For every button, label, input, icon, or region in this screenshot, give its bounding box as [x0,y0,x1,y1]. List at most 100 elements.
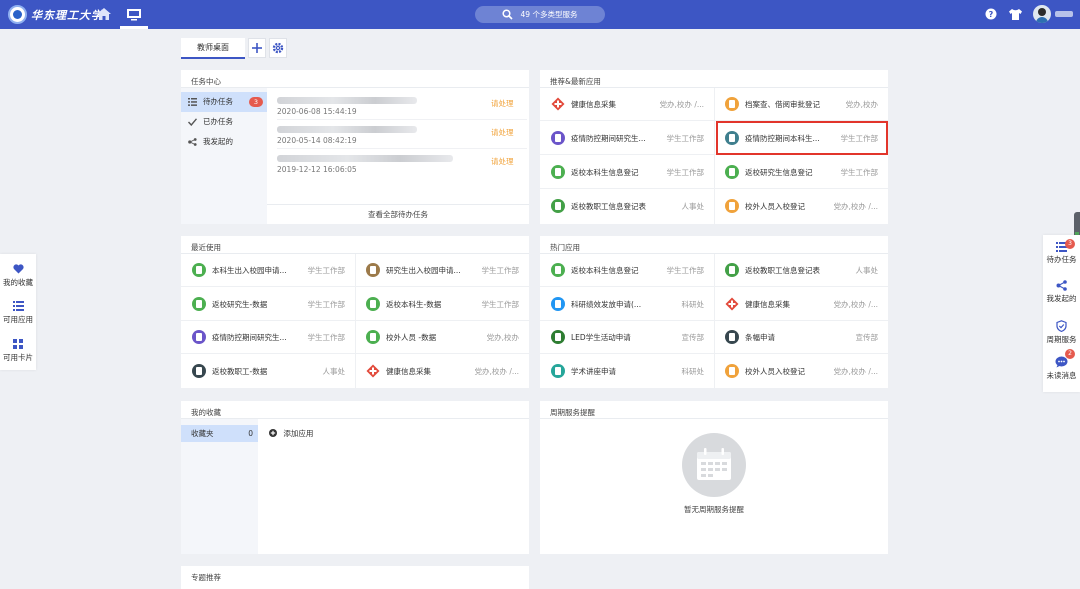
app-tile[interactable]: 校外人员入校登记 党办,校办 /... [714,355,888,388]
app-tile[interactable]: 疫情防控期间研究生... 学生工作部 [181,321,355,354]
float-label: 周期服务 [1046,335,1077,344]
todo-list-icon [188,98,197,106]
task-nav: 待办任务 3 已办任务 我发起的 [181,88,267,224]
app-tile[interactable]: 健康信息采集 党办,校办 /... [355,355,529,388]
app-name: 健康信息采集 [386,366,431,376]
float-label: 我的收藏 [3,278,33,287]
app-name: 健康信息采集 [745,299,790,309]
left-float-bar: 我的收藏 可用应用 可用卡片 [0,254,36,370]
app-tile[interactable]: 健康信息采集 党办,校办 /... [540,88,714,121]
app-department: 学生工作部 [666,266,705,275]
task-row[interactable]: 2020-06-08 15:44:19 请处理 [277,92,527,120]
archive-icon [725,97,739,111]
task-date: 2019-12-12 16:06:05 [277,165,357,174]
form-icon [551,296,565,311]
app-tile[interactable]: 返校研究生-数据 学生工作部 [181,288,355,321]
form-icon [366,263,380,277]
view-all-tasks-link[interactable]: 查看全部待办任务 [267,204,529,224]
service-search[interactable]: 49 个多类型服务 [475,6,605,23]
share-icon [188,138,197,146]
app-tile[interactable]: 本科生出入校园申请... 学生工作部 [181,254,355,287]
add-app-button[interactable]: 添加应用 [269,428,313,439]
app-tile[interactable]: 校外人员入校登记 党办,校办 /... [714,190,888,223]
app-tile[interactable]: 返校教职工信息登记表 人事处 [540,190,714,223]
task-status[interactable]: 请处理 [491,127,514,138]
app-tile[interactable]: 返校本科生信息登记 学生工作部 [540,156,714,189]
favorites-folder[interactable]: 收藏夹 0 [181,425,258,442]
form-icon [192,296,206,311]
panel-title: 任务中心 [191,77,221,86]
todo-badge: 3 [1065,239,1075,249]
app-tile[interactable]: 学术讲座申请 科研处 [540,355,714,388]
redacted-task-title [277,126,417,133]
app-department: 人事处 [322,366,346,376]
float-my-favorites[interactable]: 我的收藏 [0,264,36,288]
task-status[interactable]: 请处理 [491,156,514,167]
form-icon [551,363,565,378]
task-row[interactable]: 2019-12-12 16:06:05 请处理 [277,150,527,184]
app-tile[interactable]: 健康信息采集 党办,校办 /... [714,288,888,321]
app-tile[interactable]: 返校教职工-数据 人事处 [181,355,355,388]
float-available-apps[interactable]: 可用应用 [0,301,36,325]
person-icon [725,363,739,378]
app-name: 返校教职工-数据 [212,366,268,376]
app-tile[interactable]: 返校本科生-数据 学生工作部 [355,288,529,321]
float-todo-tasks[interactable]: 3 待办任务 [1043,239,1080,265]
check-icon [188,118,197,126]
float-available-cards[interactable]: 可用卡片 [0,339,36,363]
form-icon [551,131,565,145]
app-department: 宣传部 [855,333,879,342]
tab-settings-button[interactable] [269,38,287,58]
shield-icon [1056,320,1067,332]
app-tile[interactable]: 疫情防控期间研究生... 学生工作部 [540,122,714,155]
plus-icon [252,43,262,53]
app-department: 党办,校办 /... [833,366,878,376]
float-periodic-service[interactable]: 周期服务 [1043,320,1080,345]
app-tile[interactable]: 研究生出入校园申请... 学生工作部 [355,254,529,287]
desktop-tab[interactable] [120,0,148,29]
task-nav-label: 待办任务 [203,97,233,106]
search-text: 49 个多类型服务 [520,10,578,19]
task-nav-initiated[interactable]: 我发起的 [181,132,267,152]
add-tab-button[interactable] [248,38,266,58]
highlight-box [716,121,888,155]
user-avatar[interactable] [1033,5,1051,23]
task-nav-done[interactable]: 已办任务 [181,112,267,132]
home-icon[interactable] [96,7,112,21]
app-tile[interactable]: 返校本科生信息登记 学生工作部 [540,254,714,287]
app-department: 学生工作部 [307,299,346,309]
app-department: 学生工作部 [666,134,705,143]
todo-count-badge: 3 [249,97,263,107]
app-tile[interactable]: LED学生活动申请 宣传部 [540,321,714,354]
message-badge: 2 [1065,349,1075,359]
app-name: 疫情防控期间研究生... [212,333,287,342]
app-name: 校外人员入校登记 [745,202,805,211]
redacted-task-title [277,97,417,104]
plus-circle-icon [269,429,277,437]
school-logo[interactable] [8,5,27,24]
tab-teacher-desktop[interactable]: 教师桌面 [181,38,245,59]
app-tile[interactable]: 返校教职工信息登记表 人事处 [714,254,888,287]
skin-icon[interactable] [1008,8,1023,21]
app-tile[interactable]: 档案查、借阅审批登记 党办,校办 [714,88,888,121]
app-tile[interactable]: 返校研究生信息登记 学生工作部 [714,156,888,189]
float-initiated[interactable]: 我发起的 [1043,280,1080,304]
user-name-redacted[interactable] [1055,11,1073,17]
help-icon[interactable]: ? [985,8,997,20]
app-department: 学生工作部 [481,299,520,309]
float-unread-messages[interactable]: 2 未读消息 [1043,349,1080,381]
app-name: 校外人员 -数据 [386,333,437,342]
task-status[interactable]: 请处理 [491,98,514,109]
app-tile[interactable]: 条幅申请 宣传部 [714,321,888,354]
app-department: 人事处 [681,202,705,211]
app-tile[interactable]: 校外人员 -数据 党办,校办 [355,321,529,354]
logo-text[interactable]: 华东理工大学 [31,7,103,23]
task-nav-todo[interactable]: 待办任务 3 [181,92,267,112]
form-icon [551,199,565,213]
app-name: 返校教职工信息登记表 [745,266,820,275]
app-name: 本科生出入校园申请... [212,266,287,275]
task-row[interactable]: 2020-05-14 08:42:19 请处理 [277,121,527,149]
panel-title: 我的收藏 [191,408,221,417]
app-tile[interactable]: 科研绩效发放申请(... 科研处 [540,288,714,321]
task-center-panel: 任务中心 待办任务 3 已办任务 我发起的 2020-06-08 15:44:1… [181,70,529,224]
